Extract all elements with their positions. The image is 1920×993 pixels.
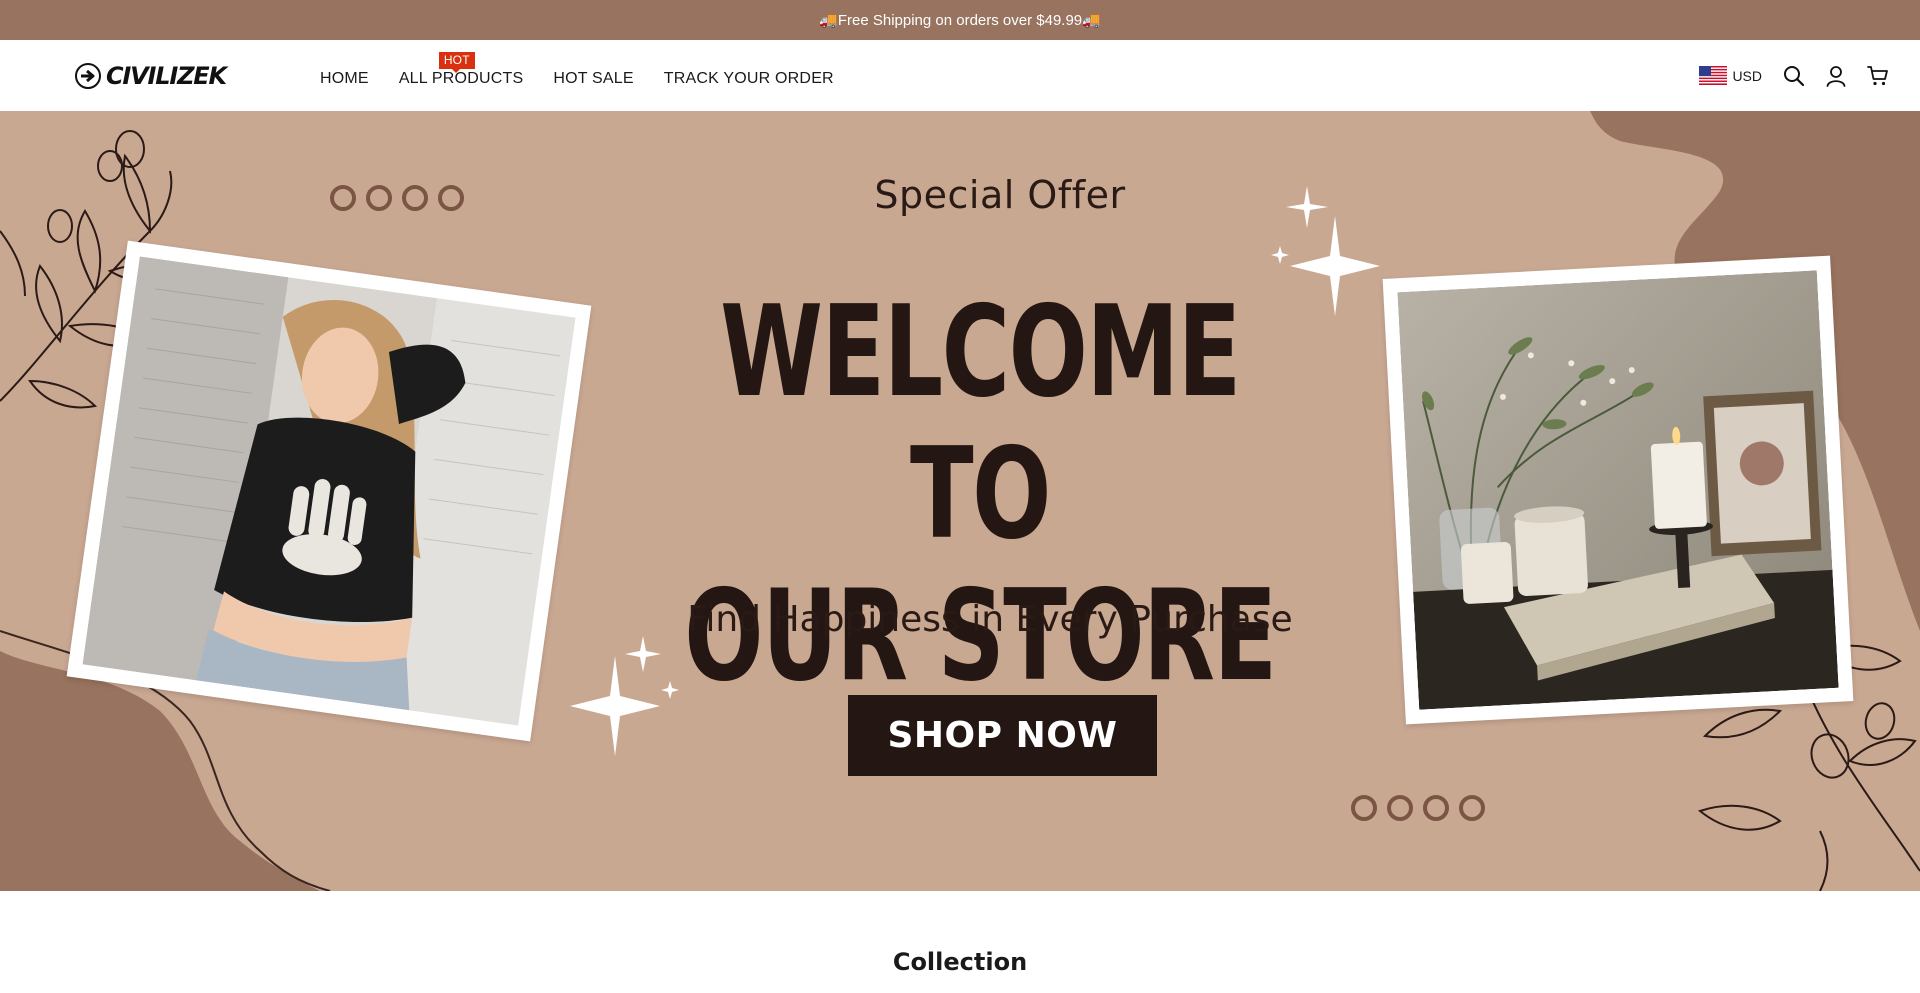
header-actions: USD [1699,40,1890,111]
hero-headline-line1: WELCOME TO [720,278,1241,567]
hot-badge: HOT [438,51,475,73]
currency-selector[interactable]: USD [1699,66,1762,85]
dot-icon [366,185,392,211]
nav-all-products[interactable]: HOT ALL PRODUCTS [398,51,524,88]
account-icon[interactable] [1824,64,1848,88]
dot-icon [402,185,428,211]
currency-code: USD [1732,67,1762,84]
hero-photo-candles [1382,255,1854,725]
dot-icon [438,185,464,211]
logo-arrow-icon [75,63,101,89]
hero-headline: WELCOME TO OUR STORE [654,281,1305,707]
announcement-bar: 🚚Free Shipping on orders over $49.99🚚 [0,0,1920,40]
announcement-text: 🚚Free Shipping on orders over $49.99🚚 [819,12,1101,29]
nav-track-order[interactable]: TRACK YOUR ORDER [664,64,834,88]
special-offer-text: Special Offer [874,173,1126,217]
collection-heading: Collection [892,948,1028,976]
candles-image [1397,270,1839,710]
nav-home[interactable]: HOME [320,64,369,88]
nav-home-label: HOME [320,69,369,87]
logo-text: CIVILIZEK [106,62,227,90]
hero-photo-model [66,240,592,742]
us-flag-icon [1699,66,1728,85]
nav-hot-sale-label: HOT SALE [553,69,634,87]
nav-hot-sale[interactable]: HOT SALE [553,64,633,88]
nav-track-order-label: TRACK YOUR ORDER [663,69,834,87]
nav-all-products-label: ALL PRODUCTS [398,69,524,87]
hero-tagline: Find Happiness in Every Purchase [687,599,1293,640]
dot-icon [1459,795,1485,821]
dot-icon [1423,795,1449,821]
model-image [82,256,576,726]
cart-icon[interactable] [1866,64,1890,88]
dot-icon [1387,795,1413,821]
main-nav: HOME HOT ALL PRODUCTS HOT SALE TRACK YOU… [320,40,834,111]
shop-now-button[interactable]: SHOP NOW [848,695,1157,776]
store-logo[interactable]: CIVILIZEK [74,60,227,92]
search-icon[interactable] [1782,64,1806,88]
decorative-dots-top [330,185,464,211]
hero-banner[interactable]: Special Offer WELCOME TO OUR STORE Find … [0,111,1920,891]
site-header: CIVILIZEK HOME HOT ALL PRODUCTS HOT SALE… [0,40,1920,111]
dot-icon [1351,795,1377,821]
dot-icon [330,185,356,211]
decorative-dots-bottom [1351,795,1485,821]
